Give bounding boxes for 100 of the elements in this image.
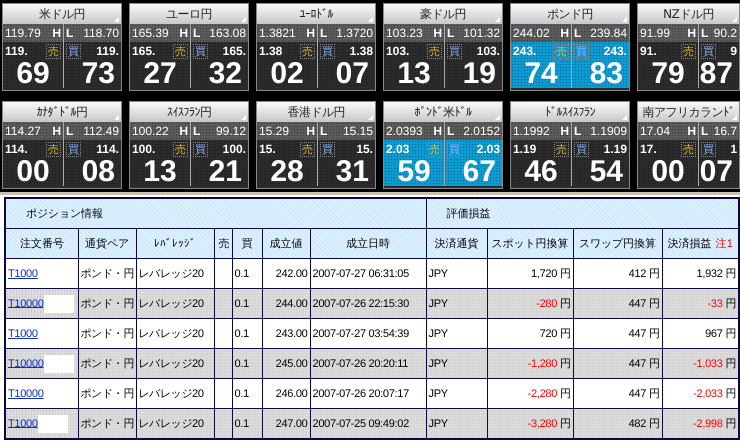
order-link[interactable]: T10000: [8, 388, 44, 400]
table-cell: 2007-07-26 22:15:30: [310, 288, 426, 318]
sell-label[interactable]: 売: [427, 44, 442, 58]
sell-pips[interactable]: 13: [397, 60, 431, 88]
buy-label[interactable]: 買: [701, 142, 716, 156]
sell-label[interactable]: 売: [173, 44, 188, 58]
buy-price: 100.: [222, 142, 246, 156]
table-cell: レバレッジ20: [136, 318, 214, 348]
buy-price: 119.: [96, 44, 119, 58]
low-label: L: [574, 26, 582, 40]
sell-pips[interactable]: 46: [524, 158, 558, 186]
buy-label[interactable]: 買: [193, 44, 208, 58]
order-link[interactable]: T1000: [8, 328, 38, 340]
high-label: H: [306, 124, 315, 138]
sell-label[interactable]: 売: [46, 142, 61, 156]
order-link[interactable]: T10000: [8, 357, 44, 370]
sell-pips[interactable]: 28: [270, 158, 304, 186]
high-label: H: [560, 26, 569, 40]
amount-value: 1,932: [696, 268, 723, 280]
buy-pips[interactable]: 21: [208, 158, 242, 186]
low-label: L: [574, 124, 582, 138]
rate-tile[interactable]: NZドル円 91.99 H L 90.2 91. 売 買 9 79 87: [637, 3, 740, 91]
rate-tile[interactable]: 香港ドル円 15.29 H L 15.15 15. 売 買 15. 28 31: [256, 101, 376, 189]
sell-label[interactable]: 売: [554, 142, 569, 156]
sell-label[interactable]: 売: [681, 142, 696, 156]
sell-pips[interactable]: 02: [270, 60, 304, 88]
buy-pips[interactable]: 07: [336, 60, 369, 88]
table-cell: レバレッジ20: [136, 408, 214, 439]
buy-label[interactable]: 買: [574, 142, 589, 156]
buy-label[interactable]: 買: [66, 142, 81, 156]
unit-label: 円: [560, 328, 571, 340]
corner-icon: [368, 115, 373, 120]
sell-pips[interactable]: 13: [143, 158, 177, 186]
buy-pips[interactable]: 19: [462, 60, 496, 88]
table-cell: JPY: [426, 318, 488, 348]
table-cell: JPY: [426, 378, 488, 408]
sell-price: 165.: [132, 44, 156, 58]
order-link[interactable]: T10000: [8, 297, 44, 310]
buy-label[interactable]: 買: [66, 44, 81, 58]
buy-label[interactable]: 買: [193, 142, 208, 156]
rate-tile[interactable]: 豪ドル円 103.23 H L 101.32 103. 売 買 103. 13 19: [383, 3, 503, 91]
buy-pips[interactable]: 08: [82, 158, 115, 186]
low-label: L: [447, 124, 454, 138]
sell-price: 15.: [259, 142, 276, 156]
sell-label[interactable]: 売: [46, 44, 61, 58]
order-link[interactable]: T1000: [8, 268, 38, 280]
buy-label[interactable]: 買: [320, 44, 335, 58]
table-cell: レバレッジ20: [136, 378, 214, 408]
sell-label[interactable]: 売: [681, 44, 696, 58]
rate-tile[interactable]: ユーロ円 165.39 H L 163.08 165. 売 買 165. 27 32: [129, 3, 249, 91]
rate-tile[interactable]: ﾕｰﾛﾄﾞﾙ 1.3821 H L 1.3720 1.38 売 買 1.38 02 07: [256, 3, 376, 91]
buy-label[interactable]: 買: [701, 44, 716, 58]
high-value: 1.1992: [513, 124, 550, 138]
unit-label: 円: [725, 388, 736, 400]
buy-price: 243.: [604, 44, 627, 58]
buy-price: 9: [730, 44, 737, 58]
sell-label[interactable]: 売: [300, 142, 315, 156]
table-cell: レバレッジ20: [136, 288, 214, 318]
buy-pips[interactable]: 54: [590, 158, 623, 186]
amount-value: -3,280: [528, 418, 558, 430]
buy-label[interactable]: 買: [447, 44, 462, 58]
buy-price: 1.19: [604, 142, 627, 156]
table-cell: 244.00: [262, 288, 310, 318]
low-label: L: [447, 26, 454, 40]
rate-tile[interactable]: 南アフリカランﾄﾞ 17.04 H L 16.7 17. 売 買 1 00 07: [637, 101, 740, 189]
buy-pips[interactable]: 73: [82, 60, 115, 88]
low-value: 101.32: [463, 26, 500, 40]
rate-tile[interactable]: ﾄﾞﾙｽｲｽﾌﾗﾝ 1.1992 H L 1.1909 1.19 売 買 1.19 46 54: [510, 101, 630, 189]
rate-tile[interactable]: ｶﾅﾀﾞﾄﾞﾙ円 114.27 H L 112.49 114. 売 買 114. 00 08: [2, 101, 122, 189]
buy-label[interactable]: 買: [320, 142, 335, 156]
column-header: スポット円換算: [487, 228, 574, 258]
sell-pips[interactable]: 79: [651, 60, 685, 88]
sell-pips[interactable]: 00: [651, 158, 685, 186]
buy-pips[interactable]: 07: [700, 158, 733, 186]
low-value: 15.15: [342, 124, 373, 138]
amount-value: -2,280: [528, 388, 558, 400]
table-cell: ポンド・円: [78, 258, 136, 288]
tile-title: NZドル円: [638, 4, 739, 24]
order-link[interactable]: T1000: [8, 417, 38, 430]
sell-label[interactable]: 売: [300, 44, 315, 58]
amount-value: 447: [628, 358, 646, 370]
tile-title: ﾄﾞﾙｽｲｽﾌﾗﾝ: [511, 102, 629, 122]
unit-label: 円: [560, 268, 571, 280]
buy-pips[interactable]: 31: [336, 158, 369, 186]
high-value: 17.04: [640, 124, 670, 138]
table-cell: 242.00: [262, 258, 310, 288]
buy-pips[interactable]: 87: [700, 60, 733, 88]
sell-price: 2.03: [386, 142, 410, 156]
rate-tile[interactable]: ｽｲｽﾌﾗﾝ円 100.22 H L 99.12 100. 売 買 100. 13 21: [129, 101, 249, 189]
high-label: H: [560, 124, 569, 138]
sell-label[interactable]: 売: [173, 142, 188, 156]
column-header: 通貨ペア: [78, 228, 136, 258]
sell-pips[interactable]: 00: [16, 158, 50, 186]
rate-tile[interactable]: 米ドル円 119.79 H L 118.70 119. 売 買 119. 69 73: [2, 3, 122, 91]
table-cell: 245.00: [262, 348, 310, 378]
buy-pips[interactable]: 32: [208, 60, 242, 88]
table-cell: JPY: [426, 258, 488, 288]
buy-price: 165.: [222, 44, 246, 58]
sell-pips[interactable]: 69: [16, 60, 50, 88]
sell-pips[interactable]: 27: [143, 60, 177, 88]
